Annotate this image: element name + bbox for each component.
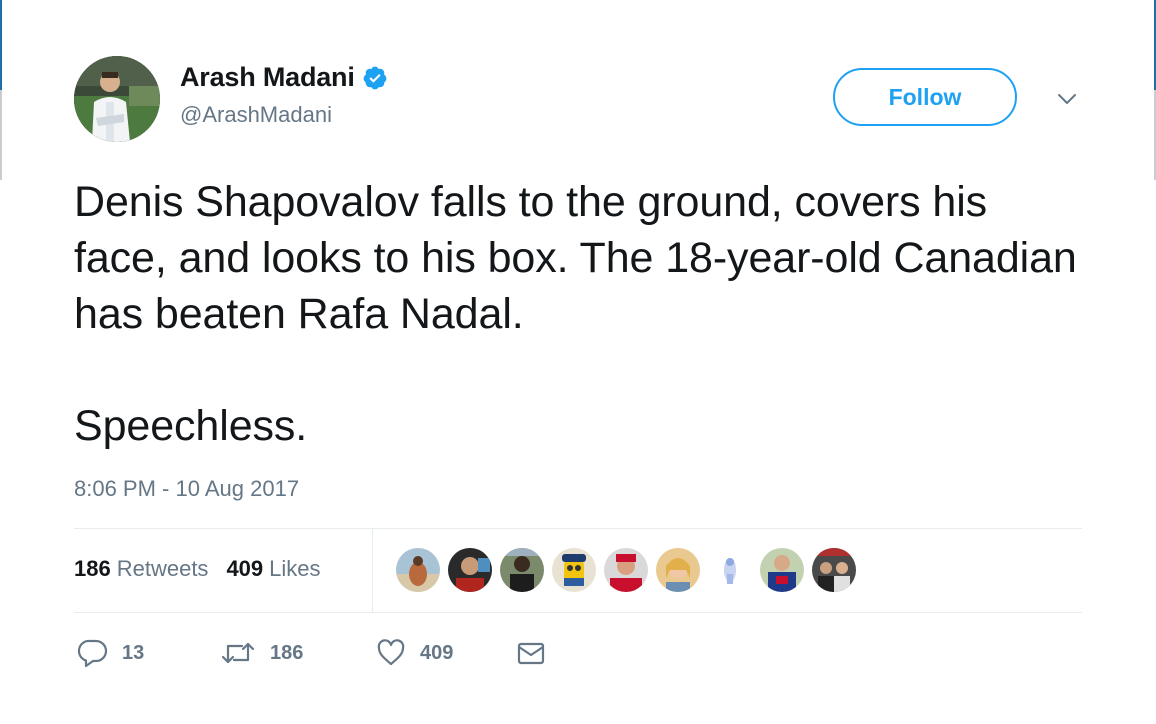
envelope-icon <box>517 642 545 665</box>
retweets-stat[interactable]: 186 Retweets <box>74 556 208 582</box>
likes-stat[interactable]: 409 Likes <box>226 556 320 582</box>
liker-avatar[interactable] <box>396 548 440 592</box>
reply-count: 13 <box>122 641 145 664</box>
reply-button[interactable]: 13 <box>78 638 220 668</box>
liker-avatar[interactable] <box>448 548 492 592</box>
retweet-count: 186 <box>270 641 304 664</box>
like-button[interactable]: 409 <box>376 638 516 668</box>
chevron-down-icon[interactable] <box>1056 88 1078 110</box>
tweet-stats: 186 Retweets 409 Likes <box>74 556 339 582</box>
verified-badge-icon <box>363 66 387 89</box>
tweet-paragraph: Speechless. <box>74 402 308 450</box>
divider <box>74 528 1082 529</box>
likes-label: Likes <box>269 556 321 581</box>
liker-avatar[interactable] <box>708 548 752 592</box>
reply-bubble-icon <box>78 639 108 668</box>
like-count: 409 <box>420 641 454 664</box>
retweet-button[interactable]: 186 <box>220 638 376 668</box>
direct-message-button[interactable] <box>516 638 546 668</box>
retweet-icon <box>221 642 255 664</box>
liker-avatar[interactable] <box>604 548 648 592</box>
liker-avatar[interactable] <box>500 548 544 592</box>
likes-count: 409 <box>226 556 264 581</box>
divider <box>372 529 373 612</box>
follow-button[interactable]: Follow <box>833 68 1017 126</box>
tweet-header: Arash Madani @ArashMadani Follow <box>74 56 1084 146</box>
tweet-actions: 13 186 409 <box>78 638 546 668</box>
tweet-paragraph: Denis Shapovalov falls to the ground, co… <box>74 178 1077 338</box>
author-handle[interactable]: @ArashMadani <box>180 102 332 128</box>
tweet-timestamp[interactable]: 8:06 PM - 10 Aug 2017 <box>74 476 299 502</box>
liker-avatar[interactable] <box>760 548 804 592</box>
retweets-label: Retweets <box>116 556 209 581</box>
tweet-card: Arash Madani @ArashMadani Follow Denis S… <box>0 0 1156 724</box>
divider <box>74 612 1082 613</box>
liker-avatar[interactable] <box>656 548 700 592</box>
retweets-count: 186 <box>74 556 111 581</box>
author-name-row: Arash Madani <box>180 62 388 93</box>
author-avatar[interactable] <box>74 56 160 142</box>
heart-icon <box>377 639 405 666</box>
window-edge <box>0 90 2 180</box>
liker-avatar[interactable] <box>812 548 856 592</box>
window-edge <box>0 0 2 90</box>
tweet-text: Denis Shapovalov falls to the ground, co… <box>74 174 1084 454</box>
author-display-name[interactable]: Arash Madani <box>180 62 355 93</box>
liker-avatars <box>396 548 864 592</box>
liker-avatar[interactable] <box>552 548 596 592</box>
